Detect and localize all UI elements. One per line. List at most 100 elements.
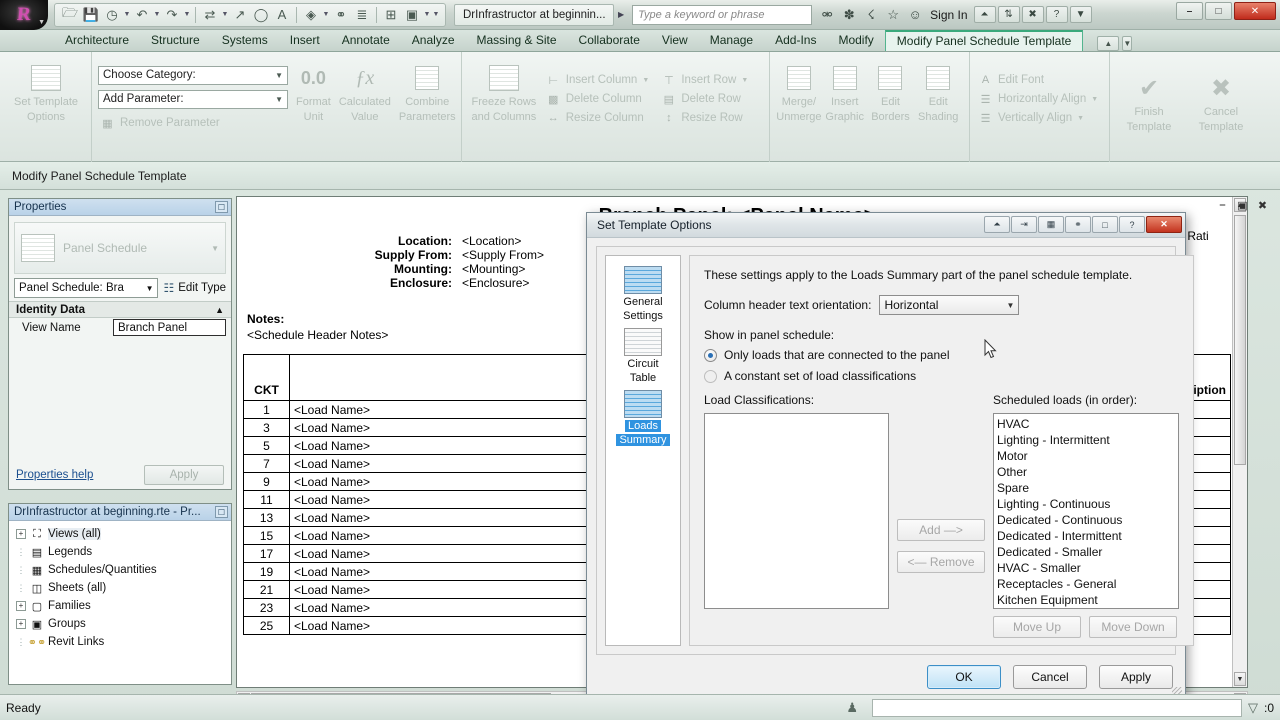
application-menu-button[interactable]: R ▼ xyxy=(0,0,48,30)
user-account-icon[interactable]: ☺ xyxy=(906,6,924,24)
chevron-down-icon[interactable]: ▼ xyxy=(423,11,431,18)
add-button[interactable]: Add —> xyxy=(897,518,985,541)
close-hidden-windows-icon[interactable]: ⊞ xyxy=(381,5,401,25)
chevron-down-icon[interactable]: ▼ xyxy=(183,11,191,18)
subscription-icon[interactable]: ☇ xyxy=(862,6,880,24)
combine-parameters-button[interactable]: Combine Parameters xyxy=(399,56,456,142)
delete-row-button[interactable]: ▤ Delete Row xyxy=(659,90,763,109)
thin-lines-icon[interactable]: ≣ xyxy=(352,5,372,25)
tag-icon[interactable]: ◯ xyxy=(251,5,271,25)
minimize-view-icon[interactable]: ⎯ xyxy=(1215,199,1230,212)
tab-analyze[interactable]: Analyze xyxy=(401,30,466,51)
dock-button[interactable]: ⇥ xyxy=(1011,216,1037,233)
list-item[interactable]: Kitchen Equipment xyxy=(997,592,1175,608)
scroll-down-icon[interactable]: ▼ xyxy=(1234,672,1246,686)
cancel-template-button[interactable]: ✖ Cancel Template xyxy=(1188,66,1254,134)
options-icon[interactable]: ▼ xyxy=(1069,6,1092,23)
fullscreen-button[interactable]: ▦ xyxy=(1038,216,1064,233)
text-note-icon[interactable]: A xyxy=(272,5,292,25)
merge-unmerge-button[interactable]: Merge/ Unmerge xyxy=(776,56,822,124)
close-window-button[interactable]: ✕ xyxy=(1234,2,1276,20)
tab-view[interactable]: View xyxy=(651,30,699,51)
switch-windows-icon[interactable]: ▣ xyxy=(402,5,422,25)
list-item[interactable]: HVAC xyxy=(997,416,1175,432)
set-template-options-button[interactable]: Set Template Options xyxy=(6,56,86,124)
list-item[interactable]: Other xyxy=(997,464,1175,480)
edit-borders-button[interactable]: Edit Borders xyxy=(868,56,914,124)
radio-constant-set-load-classifications[interactable]: A constant set of load classifications xyxy=(704,369,1179,383)
tree-node-views-all[interactable]: + ⛶ Views (all) xyxy=(12,525,228,543)
tab-modify-panel-schedule-template[interactable]: Modify Panel Schedule Template xyxy=(884,30,1084,51)
chevron-down-icon[interactable]: ▼ xyxy=(153,11,161,18)
restore-button[interactable]: □ xyxy=(1092,216,1118,233)
list-item[interactable]: HVAC - Smaller xyxy=(997,560,1175,576)
list-item[interactable]: Dedicated - Continuous xyxy=(997,512,1175,528)
expand-icon[interactable]: + xyxy=(16,601,26,611)
apply-button[interactable]: Apply xyxy=(1099,665,1173,689)
redo-icon[interactable]: ↷ xyxy=(162,5,182,25)
qat-overflow-icon[interactable]: ▼ xyxy=(432,11,440,18)
search-input[interactable]: Type a keyword or phrase xyxy=(632,4,813,25)
tree-node-families[interactable]: + ▢ Families xyxy=(12,597,228,615)
insert-graphic-button[interactable]: Insert Graphic xyxy=(822,56,868,124)
list-item[interactable]: Dedicated - Smaller xyxy=(997,544,1175,560)
expand-icon[interactable]: + xyxy=(16,529,26,539)
vertical-scrollbar[interactable]: ▲ ▼ xyxy=(1232,197,1247,687)
minimize-button[interactable]: ⎯ xyxy=(1176,2,1203,20)
cancel-button[interactable]: Cancel xyxy=(1013,665,1087,689)
choose-category-dropdown[interactable]: Choose Category: ▼ xyxy=(98,65,288,85)
move-up-button[interactable]: Move Up xyxy=(993,616,1081,638)
tree-node-legends[interactable]: ⋮ ▤ Legends xyxy=(12,543,228,561)
horizontally-align-button[interactable]: ☰ Horizontally Align ▼ xyxy=(976,90,1106,109)
close-inactive-icon[interactable]: ✖ xyxy=(1021,6,1044,23)
list-item[interactable]: Receptacles - General xyxy=(997,576,1175,592)
communication-center-icon[interactable]: ✽ xyxy=(840,6,858,24)
tab-collaborate[interactable]: Collaborate xyxy=(568,30,651,51)
measure-icon[interactable]: ⇄ xyxy=(200,5,220,25)
chevron-down-icon[interactable]: ▼ xyxy=(1077,115,1084,122)
properties-help-link[interactable]: Properties help xyxy=(16,469,93,481)
edit-type-button[interactable]: ☷ Edit Type xyxy=(163,281,226,295)
aligned-dimension-icon[interactable]: ↗ xyxy=(230,5,250,25)
type-selector-dropdown[interactable]: Panel Schedule: Bra ▼ xyxy=(14,278,159,298)
chevron-down-icon[interactable]: ▼ xyxy=(221,11,229,18)
collapse-button[interactable]: ⏶ xyxy=(984,216,1010,233)
list-item[interactable]: Motor xyxy=(997,448,1175,464)
chevron-down-icon[interactable]: ▼ xyxy=(1091,96,1098,103)
tree-node-revit-links[interactable]: ⋮ ⚭⚭ Revit Links xyxy=(12,633,228,651)
row-value[interactable]: <Location> xyxy=(458,234,521,248)
undo-icon[interactable]: ↶ xyxy=(132,5,152,25)
help-button[interactable]: ? xyxy=(1119,216,1145,233)
remove-button[interactable]: <— Remove xyxy=(897,550,985,573)
maximize-button[interactable]: □ xyxy=(1205,2,1232,20)
tab-annotate[interactable]: Annotate xyxy=(331,30,401,51)
edit-shading-button[interactable]: Edit Shading xyxy=(913,56,963,124)
resize-column-button[interactable]: ↔ Resize Column xyxy=(544,109,656,128)
tab-architecture[interactable]: Architecture xyxy=(54,30,140,51)
resize-row-button[interactable]: ↕ Resize Row xyxy=(659,109,763,128)
close-button[interactable]: ✕ xyxy=(1146,216,1182,233)
insert-row-button[interactable]: ⊤ Insert Row ▼ xyxy=(659,71,763,90)
properties-apply-button[interactable]: Apply xyxy=(144,465,224,485)
pin-button[interactable]: ⚭ xyxy=(1065,216,1091,233)
tab-manage[interactable]: Manage xyxy=(699,30,764,51)
save-as-icon[interactable]: ◷ xyxy=(102,5,122,25)
vertical-scroll-thumb[interactable] xyxy=(1234,215,1246,465)
tab-massing-site[interactable]: Massing & Site xyxy=(466,30,568,51)
collapse-ribbon-icon[interactable]: ⏶ xyxy=(973,6,996,23)
chevron-down-icon[interactable]: ▼ xyxy=(123,11,131,18)
document-tab-next-icon[interactable]: ▶ xyxy=(618,10,624,19)
help-icon[interactable]: ? xyxy=(1045,6,1068,23)
close-icon[interactable]: ☐ xyxy=(215,201,228,213)
filter-icon[interactable]: ▽ xyxy=(1248,700,1258,716)
sync-icon[interactable]: ⇅ xyxy=(997,6,1020,23)
tab-modify[interactable]: Modify xyxy=(827,30,884,51)
expand-icon[interactable]: + xyxy=(16,619,26,629)
document-tab[interactable]: DrInfrastructor at beginnin... xyxy=(454,3,614,26)
dialog-title-bar[interactable]: Set Template Options ⏶ ⇥ ▦ ⚭ □ ? ✕ xyxy=(587,213,1185,238)
search-icon[interactable]: ⚮ xyxy=(818,6,836,24)
freeze-rows-columns-button[interactable]: Freeze Rows and Columns xyxy=(468,56,540,142)
nav-item-loads-summary[interactable]: Loads Summary xyxy=(606,390,680,446)
list-item[interactable]: Lighting - Intermittent xyxy=(997,432,1175,448)
favorites-star-icon[interactable]: ☆ xyxy=(884,6,902,24)
